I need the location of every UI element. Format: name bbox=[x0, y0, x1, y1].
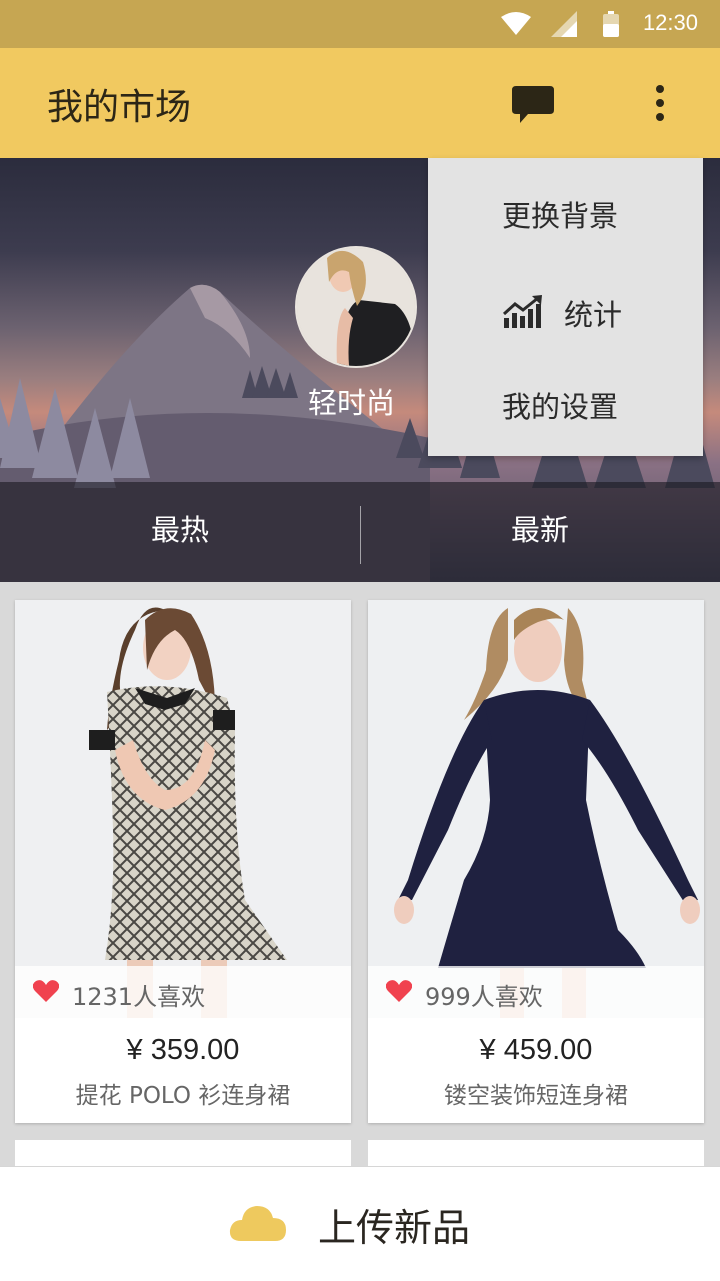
product-name: 提花 POLO 衫连身裙 bbox=[75, 1083, 291, 1109]
like-count: 999人喜欢 bbox=[425, 983, 543, 1011]
chat-bubble-icon[interactable] bbox=[512, 86, 554, 124]
menu-item-label: 统计 bbox=[564, 298, 623, 332]
cloud-icon bbox=[229, 1206, 286, 1241]
upload-bar[interactable]: 上传新品 bbox=[0, 1166, 720, 1281]
avatar-photo bbox=[297, 248, 415, 366]
app-bar: 我的市场 bbox=[0, 48, 720, 158]
signal-icon bbox=[551, 11, 577, 37]
like-bar: 999人喜欢 bbox=[368, 966, 704, 1018]
product-photo bbox=[15, 600, 351, 1018]
product-price: ¥ 359.00 bbox=[126, 1034, 240, 1066]
heart-icon[interactable] bbox=[33, 980, 59, 1002]
status-bar: 12:30 bbox=[0, 0, 720, 48]
page-title: 我的市场 bbox=[47, 87, 192, 128]
menu-item-my-settings[interactable]: 我的设置 bbox=[502, 384, 702, 426]
wifi-icon bbox=[501, 12, 531, 35]
like-count: 1231人喜欢 bbox=[72, 983, 206, 1011]
more-vert-icon[interactable] bbox=[652, 84, 668, 122]
menu-item-change-background[interactable]: 更换背景 bbox=[502, 193, 702, 235]
battery-icon bbox=[603, 11, 619, 37]
stats-chart-icon bbox=[502, 295, 542, 328]
profile-name: 轻时尚 bbox=[308, 386, 396, 420]
upload-new-button[interactable]: 上传新品 bbox=[318, 1197, 470, 1252]
status-time: 12:30 bbox=[642, 10, 698, 35]
product-card[interactable]: 999人喜欢 ¥ 459.00 镂空装饰短连身裙 bbox=[368, 600, 704, 1123]
product-card[interactable]: 1231人喜欢 ¥ 359.00 提花 POLO 衫连身裙 bbox=[15, 600, 351, 1123]
tab-hottest[interactable]: 最热 bbox=[0, 482, 360, 578]
heart-icon[interactable] bbox=[386, 980, 412, 1002]
overflow-menu: 更换背景 统计 我的设置 bbox=[428, 158, 703, 456]
product-photo bbox=[368, 600, 704, 1018]
product-name: 镂空装饰短连身裙 bbox=[444, 1083, 628, 1109]
avatar[interactable] bbox=[295, 246, 417, 368]
like-bar: 1231人喜欢 bbox=[15, 966, 351, 1018]
product-price: ¥ 459.00 bbox=[479, 1034, 593, 1066]
tab-bar: 最热 最新 bbox=[0, 482, 720, 582]
tab-newest[interactable]: 最新 bbox=[360, 482, 720, 578]
